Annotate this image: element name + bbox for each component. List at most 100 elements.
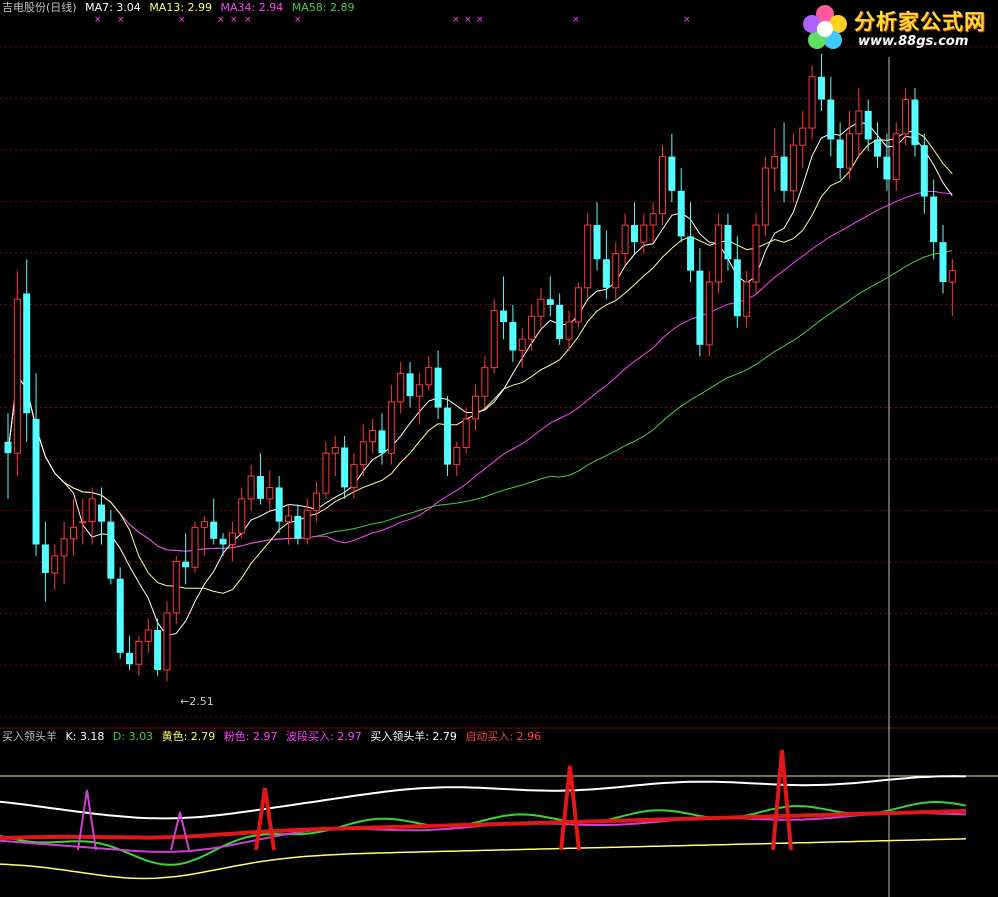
- candle: [387, 384, 395, 465]
- wave-buy-label: 波段买入: 2.97: [286, 730, 362, 743]
- signal-spike: [771, 749, 793, 851]
- signal-cross: ×: [683, 15, 691, 25]
- candle-body-up: [163, 612, 171, 671]
- candle: [939, 225, 947, 294]
- candle-body-up: [453, 447, 461, 466]
- candle-body-down: [23, 293, 31, 414]
- candle-body-up: [584, 224, 592, 289]
- candle: [144, 618, 152, 653]
- candle: [696, 247, 704, 357]
- candle-body-down: [182, 561, 190, 568]
- candle: [378, 413, 386, 465]
- signal-cross: ×: [117, 15, 125, 25]
- candle: [350, 453, 358, 499]
- signal-cross: ×: [217, 15, 225, 25]
- leader-buy-label: 买入领头羊: 2.79: [370, 730, 457, 743]
- candle-body-down: [406, 373, 414, 397]
- candle: [537, 287, 545, 328]
- candle: [817, 53, 825, 111]
- candle: [238, 487, 246, 539]
- candle-body-down: [602, 259, 610, 288]
- candle: [621, 213, 629, 265]
- candle-body-up: [387, 401, 395, 454]
- candle: [659, 145, 666, 226]
- candle-body-up: [266, 486, 274, 500]
- logo-brand: 分析家公式网: [854, 10, 986, 34]
- signal-cross: ×: [452, 15, 460, 25]
- candle-body-down: [219, 538, 227, 545]
- candle-body-up: [88, 498, 96, 523]
- d-label: D: 3.03: [112, 730, 154, 743]
- candle: [200, 515, 208, 556]
- candle-body-down: [443, 407, 451, 465]
- candle-body-up: [808, 76, 816, 129]
- candle-body-down: [724, 225, 732, 260]
- candle-body-down: [836, 139, 844, 169]
- candle: [705, 270, 713, 357]
- candle: [630, 202, 638, 254]
- candle: [4, 413, 12, 499]
- candle-body-up: [565, 321, 573, 340]
- candle-body-down: [668, 156, 676, 191]
- candle-body-down: [556, 304, 564, 340]
- candle-body-down: [780, 156, 788, 191]
- candle: [60, 521, 68, 585]
- candle-body-up: [902, 99, 910, 135]
- candle-body-up: [612, 253, 620, 289]
- yellow-line: [0, 838, 967, 880]
- candle: [341, 436, 349, 499]
- candle-body-up: [13, 298, 21, 454]
- start-buy-label: 启动买入: 2.96: [465, 730, 542, 743]
- candle: [23, 259, 31, 442]
- candle: [715, 213, 723, 294]
- candle: [154, 618, 162, 676]
- signal-cross: ×: [244, 15, 252, 25]
- stock-title: 吉电股份(日线): [2, 1, 77, 14]
- candle-body-up: [948, 270, 956, 283]
- candle-body-up: [743, 281, 751, 317]
- candle: [397, 361, 405, 414]
- candle-body-up: [574, 287, 582, 323]
- candle: [191, 521, 199, 573]
- candle: [453, 441, 461, 477]
- candle-body-up: [705, 281, 713, 346]
- signal-cross: ×: [94, 15, 102, 25]
- candle-body-down: [864, 110, 872, 140]
- price-chart[interactable]: × × × × × × × × × × × × ←2.51: [0, 0, 998, 897]
- signal-cross: ×: [464, 15, 472, 25]
- indicator-legend: 买入领头羊 K: 3.18 D: 3.03 黄色: 2.79 粉色: 2.97 …: [2, 730, 546, 744]
- candle-body-down: [630, 225, 638, 243]
- candle-body-up: [285, 515, 292, 523]
- candle: [911, 88, 919, 157]
- ma13-label: MA13: 2.99: [149, 1, 213, 14]
- candle-body-down: [827, 99, 835, 140]
- candle-body-up: [761, 167, 769, 226]
- indicator-name: 买入领头羊: [2, 730, 57, 743]
- candle: [219, 533, 227, 556]
- candle-body-up: [397, 372, 405, 403]
- candle: [69, 498, 77, 556]
- candle: [369, 418, 377, 454]
- candle-body-down: [593, 225, 601, 260]
- candle: [303, 498, 311, 545]
- ma58-label: MA58: 2.89: [291, 1, 355, 14]
- candle-body-down: [911, 99, 919, 146]
- candle: [799, 110, 807, 169]
- candle: [584, 213, 592, 300]
- candle: [443, 396, 451, 477]
- candle: [546, 276, 554, 317]
- candle-body-up: [359, 441, 367, 466]
- flower-icon: [803, 5, 847, 49]
- candle-body-up: [528, 315, 536, 340]
- candle-body-up: [303, 509, 311, 540]
- candle-body-down: [687, 236, 695, 271]
- candle: [808, 65, 816, 140]
- candle: [892, 122, 900, 191]
- candle-body-up: [69, 526, 77, 540]
- k-label: K: 3.18: [65, 730, 105, 743]
- candle: [724, 213, 732, 271]
- candle: [780, 122, 788, 203]
- candle-body-up: [846, 133, 853, 169]
- candle: [462, 407, 470, 454]
- candle-body-down: [41, 544, 49, 573]
